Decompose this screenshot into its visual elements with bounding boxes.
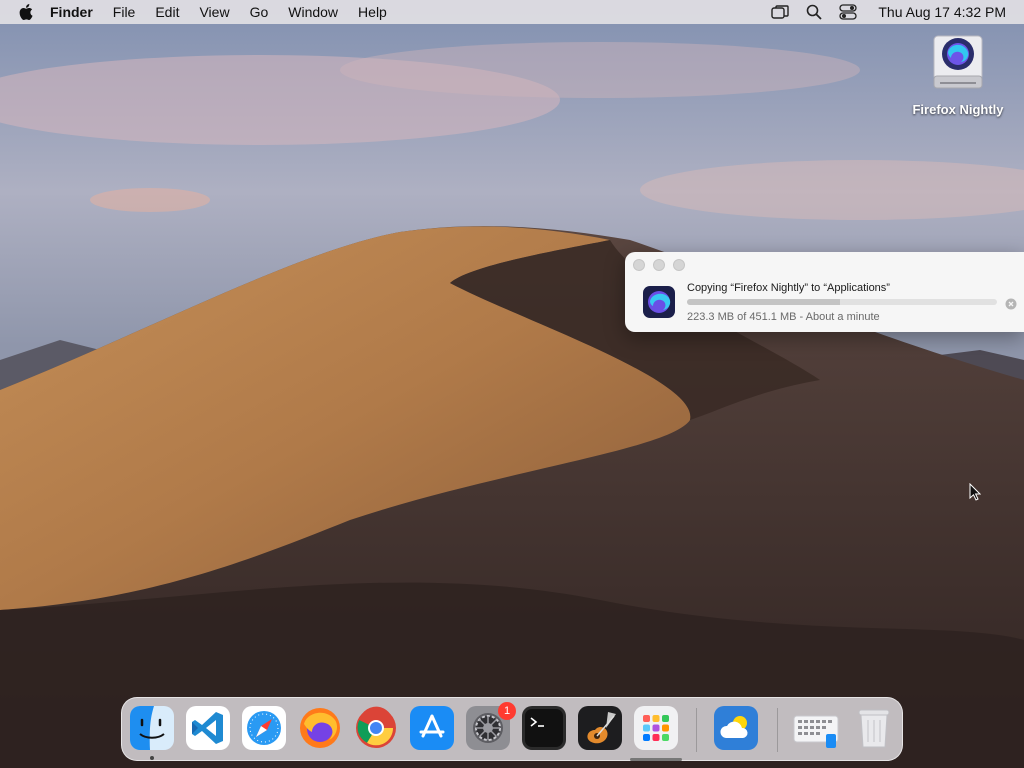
menu-bar-clock[interactable]: Thu Aug 17 4:32 PM — [878, 4, 1006, 20]
weather-icon[interactable] — [714, 706, 758, 750]
dock: 1 — [121, 697, 903, 761]
desktop-icon-label: Firefox Nightly — [912, 102, 1004, 117]
menu-app-finder[interactable]: Finder — [50, 4, 93, 20]
stop-copy-button[interactable] — [1005, 297, 1017, 310]
menu-help[interactable]: Help — [358, 4, 387, 20]
copy-progress-window: Copying “Firefox Nightly” to “Applicatio… — [625, 252, 1024, 332]
chrome-icon[interactable] — [354, 706, 398, 750]
copy-progress-bar — [687, 299, 997, 305]
menu-edit[interactable]: Edit — [155, 4, 179, 20]
menu-file[interactable]: File — [113, 4, 136, 20]
copy-status: 223.3 MB of 451.1 MB - About a minute — [687, 311, 880, 323]
firefox-nightly-icon — [643, 286, 675, 318]
firefox-icon[interactable] — [298, 706, 342, 750]
copy-progress-fill — [687, 299, 841, 305]
control-center-icon[interactable] — [838, 2, 858, 22]
menu-window[interactable]: Window — [288, 4, 338, 20]
finder-running-indicator — [150, 756, 154, 760]
apple-menu-icon[interactable] — [16, 2, 36, 22]
garageband-icon[interactable] — [578, 706, 622, 750]
minimize-window-button[interactable] — [653, 259, 665, 271]
launchpad-icon[interactable] — [634, 706, 678, 750]
desert-wallpaper — [0, 0, 1024, 768]
finder-icon[interactable] — [130, 706, 174, 750]
disk-image-icon — [930, 32, 986, 94]
menu-view[interactable]: View — [199, 4, 229, 20]
copy-title: Copying “Firefox Nightly” to “Applicatio… — [687, 282, 890, 294]
settings-notification-badge: 1 — [498, 702, 516, 720]
zoom-window-button[interactable] — [673, 259, 685, 271]
dock-separator — [777, 708, 778, 752]
dock-separator — [696, 708, 697, 752]
search-icon[interactable] — [804, 2, 824, 22]
app-store-icon[interactable] — [410, 706, 454, 750]
desktop-icon-firefox-nightly[interactable]: Firefox Nightly — [906, 32, 1010, 117]
mouse-pointer-icon — [969, 482, 982, 501]
terminal-icon[interactable] — [522, 706, 566, 750]
trash-icon[interactable] — [852, 706, 896, 750]
close-window-button[interactable] — [633, 259, 645, 271]
vscode-icon[interactable] — [186, 706, 230, 750]
menu-go[interactable]: Go — [250, 4, 269, 20]
safari-icon[interactable] — [242, 706, 286, 750]
window-icon[interactable] — [770, 2, 790, 22]
menu-bar: Finder File Edit View Go Window Help Thu… — [0, 0, 1024, 24]
desktop: Finder File Edit View Go Window Help Thu… — [0, 0, 1024, 768]
dock-scroll-indicator — [630, 758, 682, 761]
downloads-stack-icon[interactable] — [792, 706, 839, 750]
